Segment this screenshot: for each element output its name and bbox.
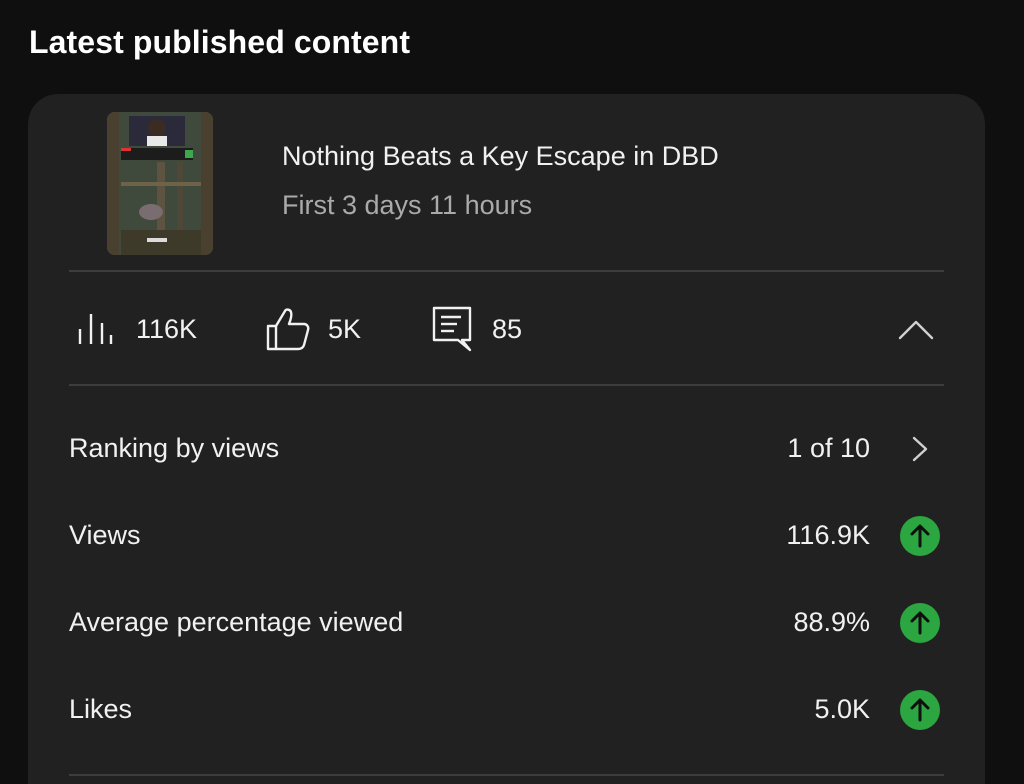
divider bbox=[69, 270, 944, 272]
video-title[interactable]: Nothing Beats a Key Escape in DBD bbox=[282, 141, 719, 172]
collapse-button[interactable] bbox=[894, 312, 938, 348]
views-count: 116K bbox=[136, 313, 198, 344]
metric-value: 116.9K bbox=[786, 520, 870, 550]
ranking-row[interactable]: Ranking by views 1 of 10 bbox=[69, 429, 944, 469]
metric-value: 88.9% bbox=[793, 607, 870, 637]
metric-value: 5.0K bbox=[814, 694, 870, 724]
metric-label: Ranking by views bbox=[69, 433, 280, 463]
metric-label: Views bbox=[69, 520, 141, 550]
views-stat: 116K bbox=[76, 304, 197, 354]
chevron-right-icon[interactable] bbox=[908, 435, 932, 463]
metric-value: 1 of 10 bbox=[787, 433, 870, 463]
comment-icon bbox=[432, 306, 472, 352]
chevron-up-icon bbox=[898, 320, 934, 340]
views-row: Views 116.9K bbox=[69, 516, 944, 556]
thumbs-up-icon bbox=[266, 308, 310, 351]
trend-up-icon bbox=[900, 603, 940, 643]
likes-count: 5K bbox=[328, 313, 362, 344]
latest-content-page: Latest published content Nothing Beats a… bbox=[0, 0, 1024, 784]
comments-stat: 85 bbox=[432, 304, 522, 354]
likes-row: Likes 5.0K bbox=[69, 690, 944, 730]
divider bbox=[69, 384, 944, 386]
metric-label: Likes bbox=[69, 694, 133, 724]
avg-percentage-row: Average percentage viewed 88.9% bbox=[69, 603, 944, 643]
trend-up-icon bbox=[900, 690, 940, 730]
section-title: Latest published content bbox=[29, 24, 411, 60]
likes-stat: 5K bbox=[265, 304, 361, 354]
thumbnail-image-icon bbox=[107, 112, 213, 255]
video-timeframe: First 3 days 11 hours bbox=[282, 190, 533, 220]
metric-label: Average percentage viewed bbox=[69, 607, 404, 637]
views-bar-icon bbox=[78, 314, 113, 344]
latest-content-card[interactable]: Nothing Beats a Key Escape in DBD First … bbox=[28, 94, 985, 784]
comments-count: 85 bbox=[492, 313, 523, 344]
video-thumbnail[interactable] bbox=[107, 112, 213, 255]
trend-up-icon bbox=[900, 516, 940, 556]
divider bbox=[69, 774, 944, 776]
